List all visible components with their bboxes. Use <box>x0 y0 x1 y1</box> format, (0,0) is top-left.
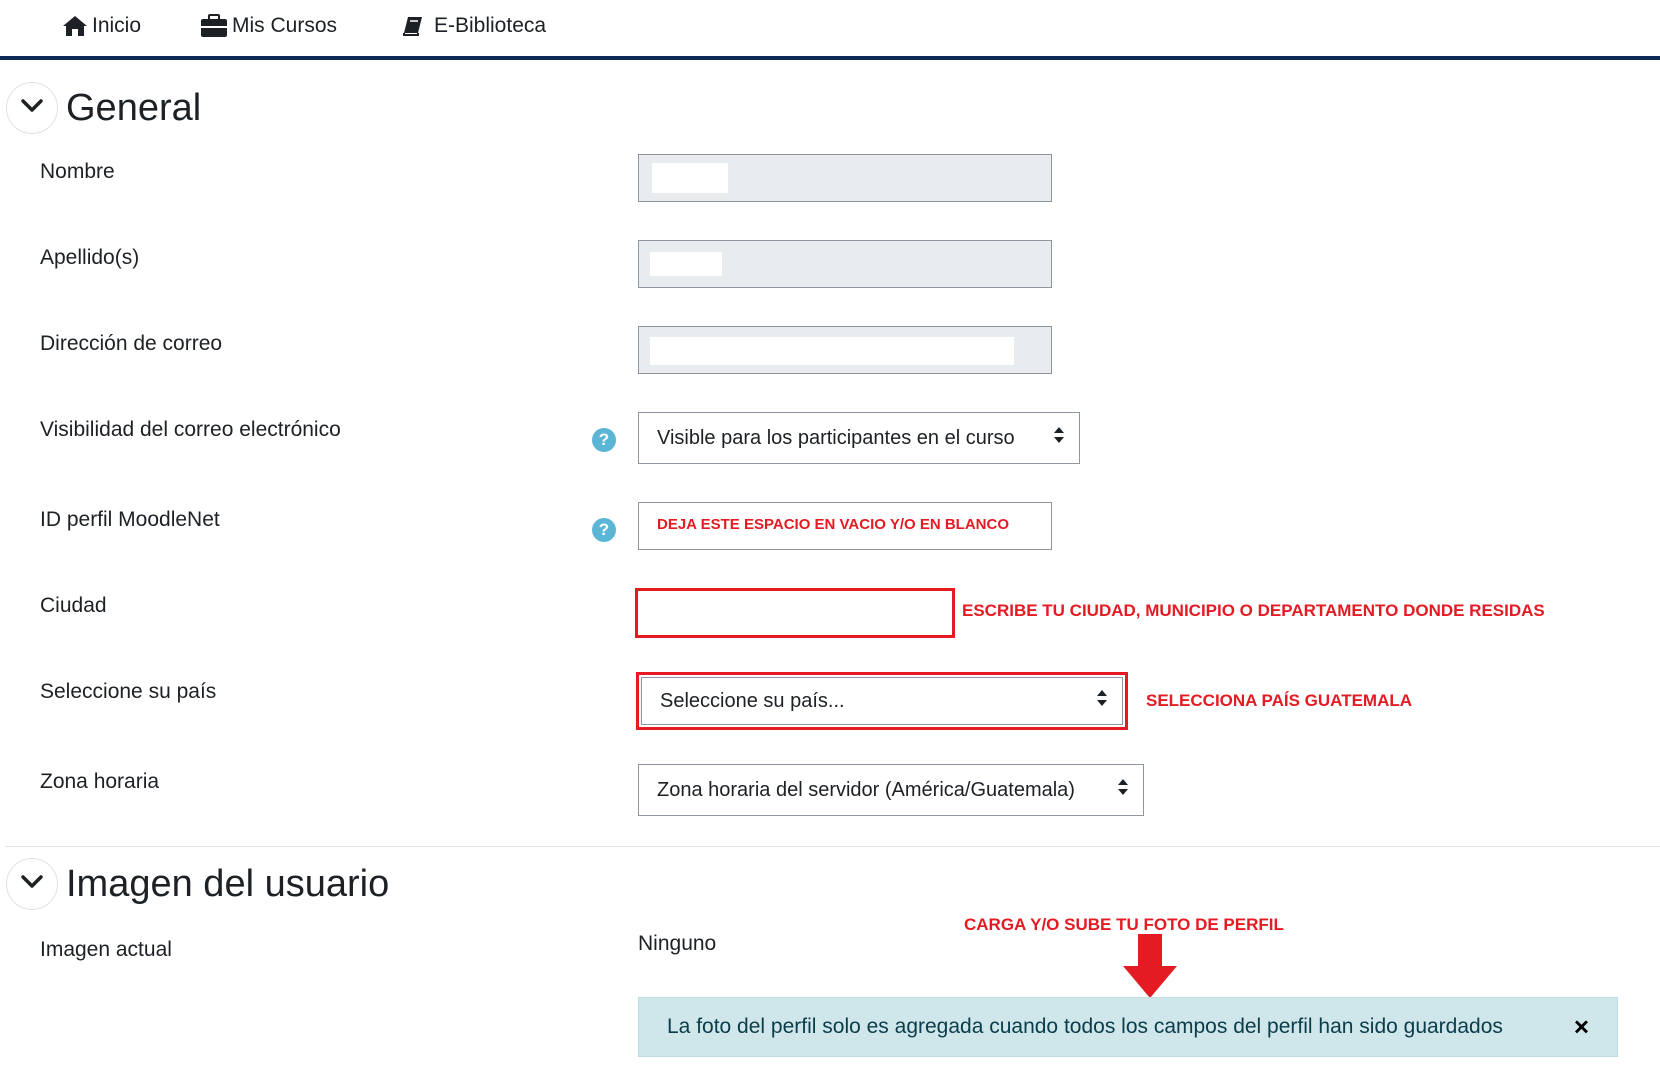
close-icon[interactable]: × <box>1574 1012 1589 1043</box>
nombre-label: Nombre <box>40 160 115 183</box>
nav-mis-cursos[interactable]: Mis Cursos <box>200 14 337 38</box>
section-imagen-header: Imagen del usuario <box>6 858 389 910</box>
visibilidad-label: Visibilidad del correo electrónico <box>40 418 341 441</box>
select-arrows-icon <box>1053 426 1065 450</box>
arrow-down-icon <box>1122 934 1178 1005</box>
nombre-field[interactable] <box>638 154 1052 202</box>
zona-select[interactable]: Zona horaria del servidor (América/Guate… <box>638 764 1144 816</box>
redacted-value <box>650 252 722 276</box>
nav-e-biblioteca-label: E-Biblioteca <box>434 14 547 37</box>
pais-select[interactable]: Seleccione su país... <box>641 677 1123 725</box>
select-arrows-icon <box>1117 778 1129 802</box>
redacted-value <box>652 163 728 193</box>
section-general-title: General <box>66 86 202 129</box>
ciudad-highlight <box>635 588 955 638</box>
help-visibilidad-icon[interactable]: ? <box>592 428 616 452</box>
nav-e-biblioteca[interactable]: E-Biblioteca <box>402 14 546 38</box>
pais-label: Seleccione su país <box>40 680 217 703</box>
visibilidad-value: Visible para los participantes en el cur… <box>657 426 1015 449</box>
profile-photo-alert: La foto del perfil solo es agregada cuan… <box>638 997 1618 1057</box>
redacted-value <box>650 337 1014 365</box>
moodlenet-field[interactable]: DEJA ESTE ESPACIO EN VACIO Y/O EN BLANCO <box>638 502 1052 550</box>
home-icon <box>62 15 88 37</box>
ciudad-label: Ciudad <box>40 594 107 617</box>
collapse-general-button[interactable] <box>6 82 58 134</box>
nav-inicio-label: Inicio <box>92 14 142 37</box>
section-imagen-title: Imagen del usuario <box>66 862 390 905</box>
nav-inicio[interactable]: Inicio <box>62 14 141 38</box>
pais-annotation: SELECCIONA PAÍS GUATEMALA <box>1146 691 1413 710</box>
visibilidad-select[interactable]: Visible para los participantes en el cur… <box>638 412 1080 464</box>
correo-label: Dirección de correo <box>40 332 223 355</box>
moodlenet-annotation: DEJA ESTE ESPACIO EN VACIO Y/O EN BLANCO <box>657 516 1010 533</box>
apellidos-label: Apellido(s) <box>40 246 140 269</box>
zona-label: Zona horaria <box>40 770 160 793</box>
select-arrows-icon <box>1096 689 1108 713</box>
collapse-imagen-button[interactable] <box>6 858 58 910</box>
correo-field[interactable] <box>638 326 1052 374</box>
nav-mis-cursos-label: Mis Cursos <box>232 14 338 37</box>
help-moodlenet-icon[interactable]: ? <box>592 518 616 542</box>
top-navigation: Inicio Mis Cursos E-Biblioteca <box>0 0 1660 60</box>
ciudad-annotation: ESCRIBE TU CIUDAD, MUNICIPIO O DEPARTAME… <box>962 601 1545 620</box>
imagen-actual-value: Ninguno <box>638 932 717 955</box>
alert-text: La foto del perfil solo es agregada cuan… <box>667 1015 1503 1038</box>
section-divider <box>6 846 1660 847</box>
ciudad-field[interactable] <box>640 593 950 633</box>
briefcase-icon <box>200 14 228 38</box>
upload-annotation: CARGA Y/O SUBE TU FOTO DE PERFIL <box>964 915 1284 934</box>
pais-value: Seleccione su país... <box>660 689 845 712</box>
book-icon <box>402 15 424 37</box>
imagen-actual-label: Imagen actual <box>40 938 172 961</box>
chevron-down-icon <box>21 98 43 118</box>
section-general-header: General <box>6 82 201 134</box>
zona-value: Zona horaria del servidor (América/Guate… <box>657 778 1075 801</box>
apellidos-field[interactable] <box>638 240 1052 288</box>
moodlenet-label: ID perfil MoodleNet <box>40 508 220 531</box>
chevron-down-icon <box>21 874 43 894</box>
